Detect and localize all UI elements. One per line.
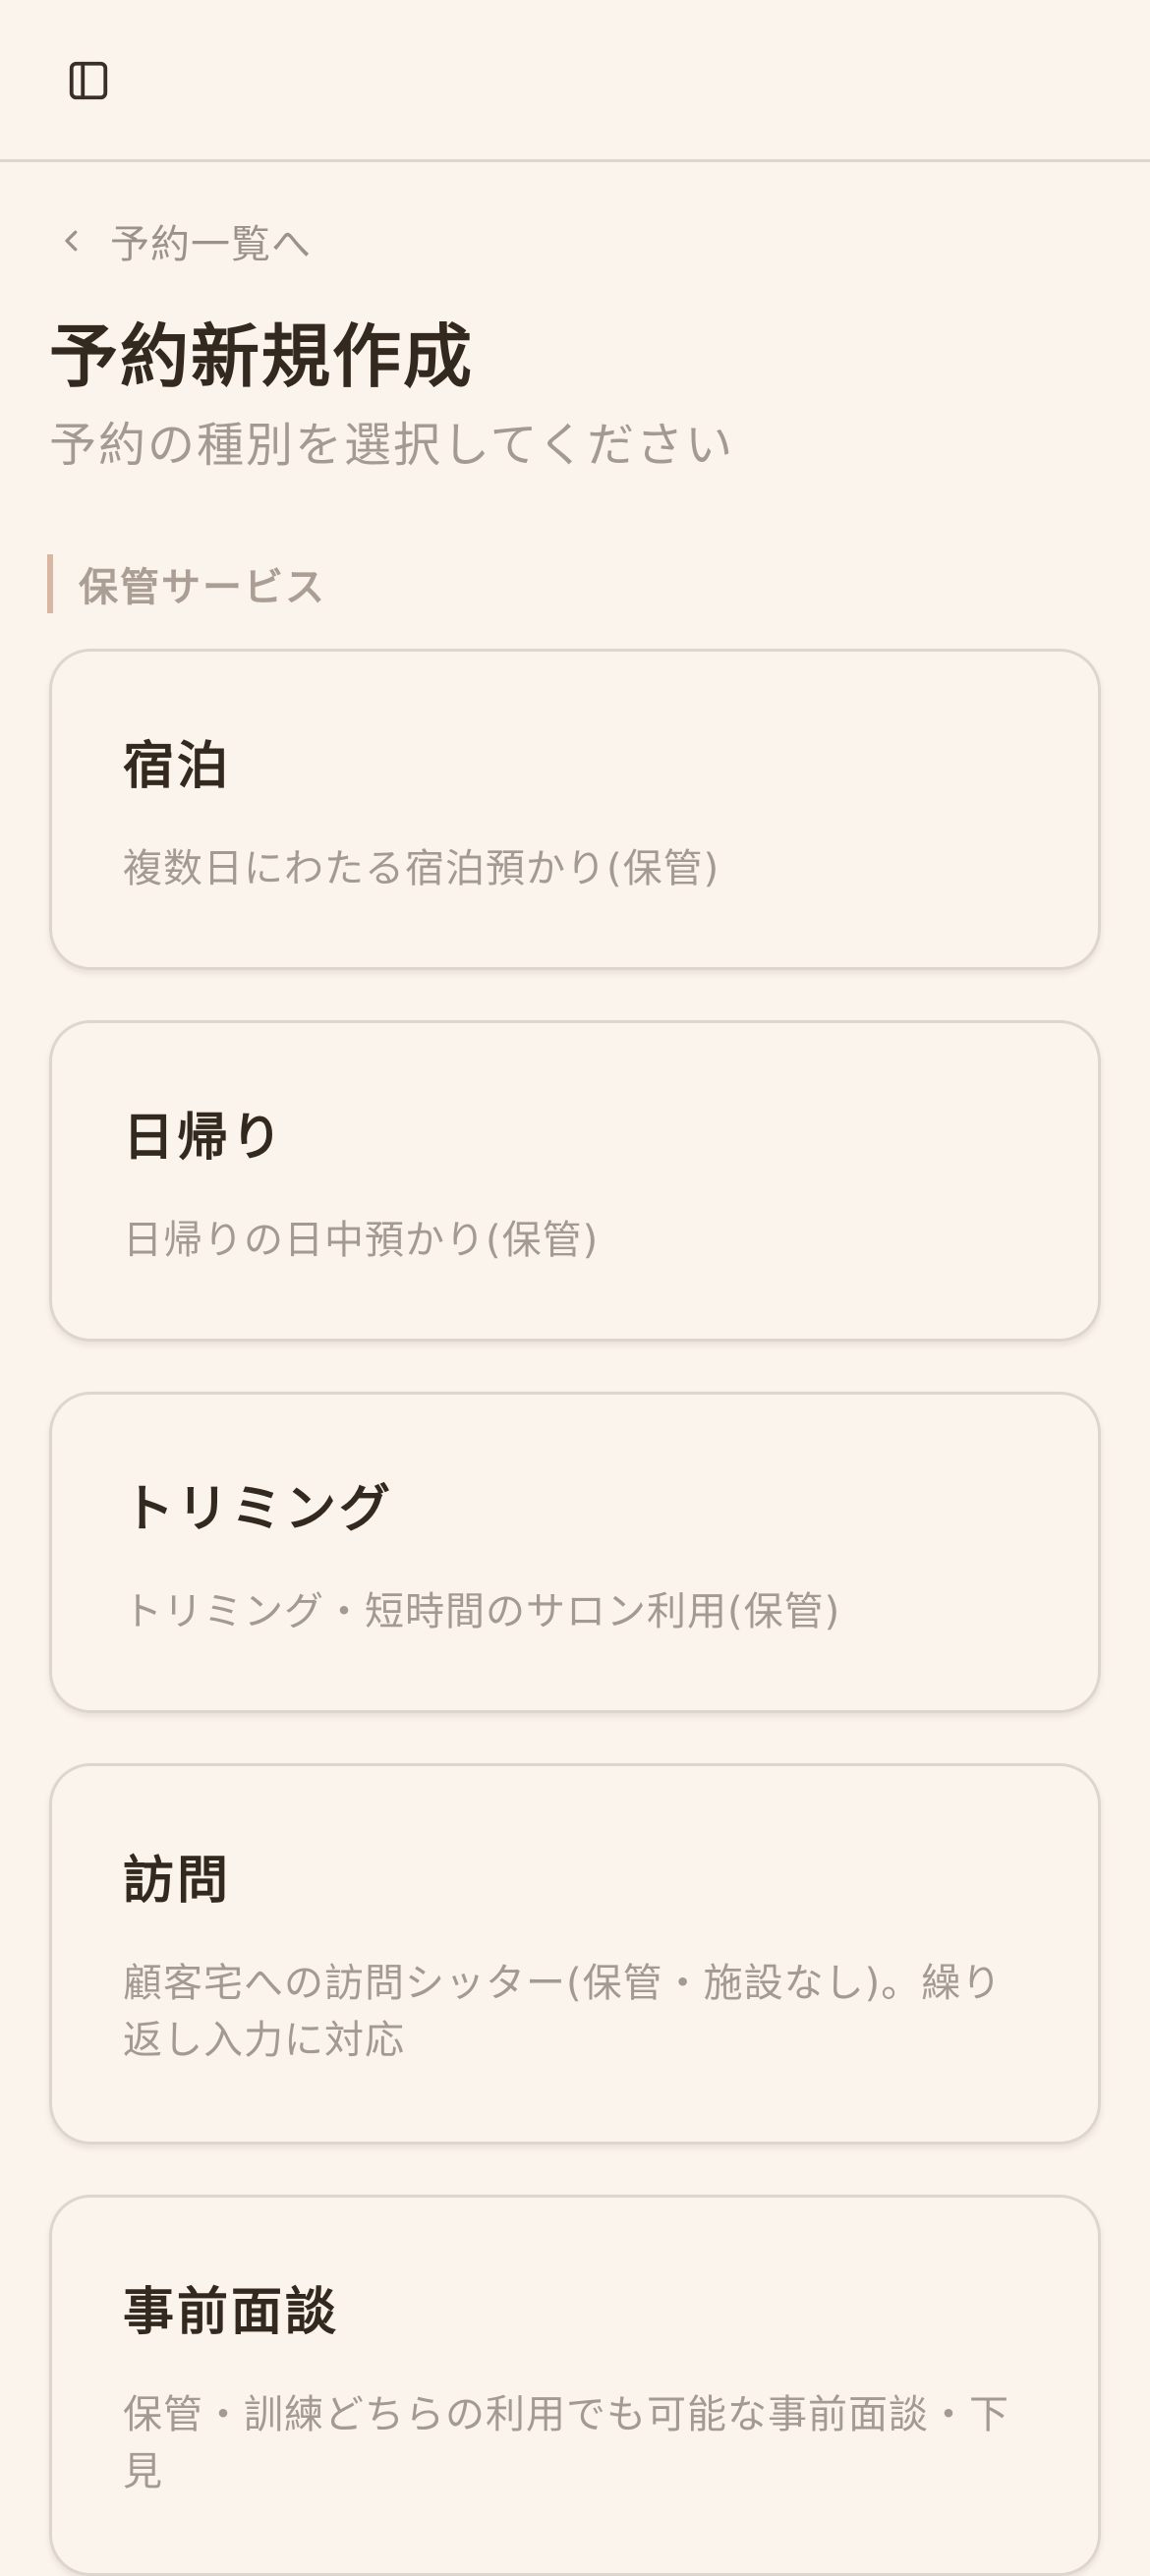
sidebar-toggle-button[interactable] (51, 43, 126, 118)
card-title: 日帰り (123, 1109, 286, 1168)
card-description: 顧客宅への訪問シッター(保管・施設なし)。繰り返し入力に対応 (123, 1961, 1003, 2063)
top-bar (0, 0, 1150, 162)
card-description: トリミング・短時間のサロン利用(保管) (123, 1589, 841, 1634)
reservation-type-card-stay[interactable]: 宿泊 複数日にわたる宿泊預かり(保管) (49, 649, 1101, 970)
reservation-type-card-interview[interactable]: 事前面談 保管・訓練どちらの利用でも可能な事前面談・下見 (49, 2195, 1101, 2576)
card-title: 事前面談 (123, 2283, 340, 2342)
back-to-reservations-link[interactable]: 予約一覧へ (55, 210, 312, 271)
card-description: 保管・訓練どちらの利用でも可能な事前面談・下見 (123, 2392, 1009, 2494)
reservation-type-card-daytrip[interactable]: 日帰り 日帰りの日中預かり(保管) (49, 1020, 1101, 1342)
chevron-left-icon (55, 224, 88, 258)
reservation-type-card-visit[interactable]: 訪問 顧客宅への訪問シッター(保管・施設なし)。繰り返し入力に対応 (49, 1763, 1101, 2145)
card-description: 複数日にわたる宿泊預かり(保管) (123, 846, 720, 891)
section-heading-storage: 保管サービス (47, 554, 326, 613)
card-title: 宿泊 (123, 737, 232, 796)
page-title: 予約新規作成 (49, 316, 474, 397)
card-description: 日帰りの日中預かり(保管) (123, 1218, 600, 1263)
card-title: トリミング (123, 1480, 394, 1539)
reservation-type-card-trimming[interactable]: トリミング トリミング・短時間のサロン利用(保管) (49, 1392, 1101, 1713)
card-title: 訪問 (123, 1852, 232, 1911)
sidebar-panel-icon (69, 61, 108, 100)
page-subtitle: 予約の種別を選択してください (49, 418, 735, 473)
back-link-label: 予約一覧へ (110, 222, 312, 267)
